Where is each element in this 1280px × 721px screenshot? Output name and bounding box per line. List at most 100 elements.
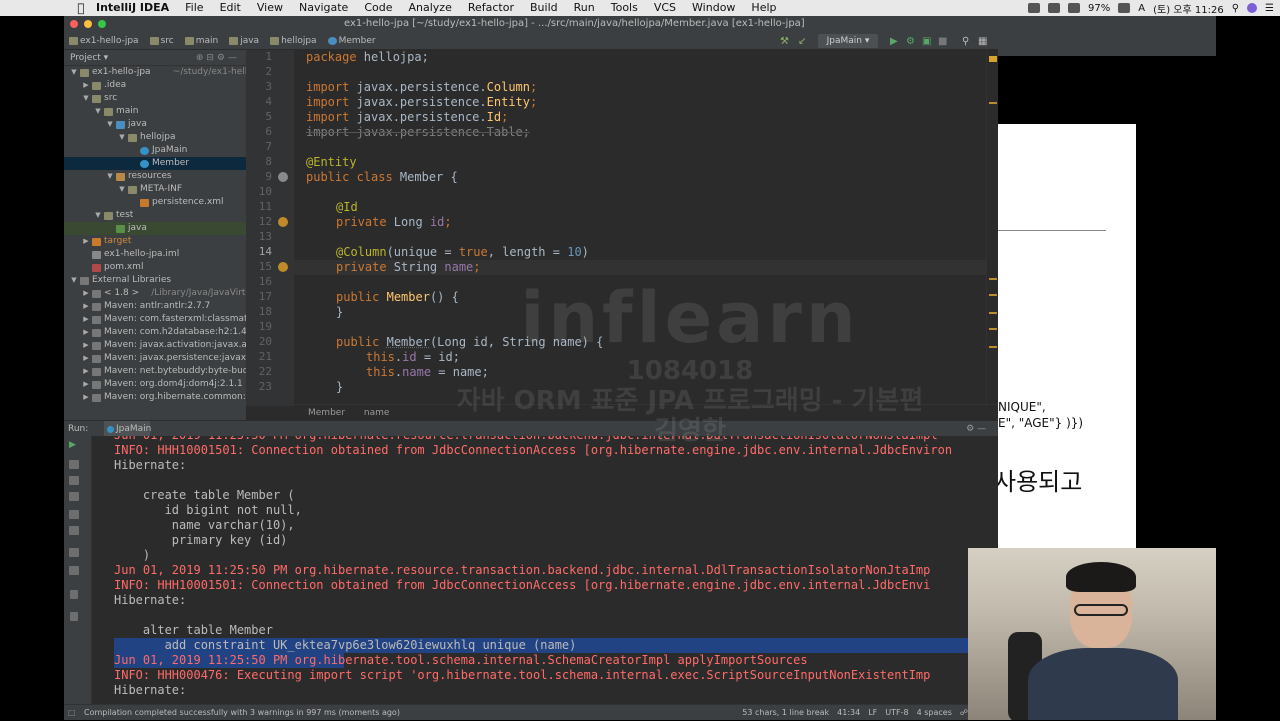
menu-view[interactable]: View [249,0,291,16]
line-number[interactable]: 23 [248,380,272,393]
tree-item[interactable]: ▶ < 1.8 > /Library/Java/JavaVirtualM [64,287,246,300]
run-tab-jpamain[interactable]: JpaMain [104,421,151,437]
layout-icon[interactable] [70,590,78,599]
db-field-icon[interactable] [278,262,288,272]
wifi-icon[interactable] [1068,3,1081,13]
expand-right-icon[interactable]: ▶ [82,79,90,92]
expand-right-icon[interactable]: ▶ [82,378,90,391]
search-icon[interactable]: ⚲ [1232,3,1239,14]
menu-build[interactable]: Build [522,0,566,16]
scroll-to-end-icon[interactable] [69,526,79,535]
code-editor[interactable]: package hellojpa; import javax.persisten… [294,50,986,406]
inspection-status-icon[interactable] [989,56,997,62]
expand-right-icon[interactable]: ▶ [82,313,90,326]
expand-down-icon[interactable]: ▼ [70,274,78,287]
print-icon[interactable] [69,548,79,557]
status-encoding[interactable]: UTF-8 [885,705,908,721]
tree-item[interactable]: ▼ main [64,105,246,118]
apple-icon[interactable]:  [74,1,88,15]
expand-right-icon[interactable]: ▶ [82,391,90,404]
line-number[interactable]: 2 [248,65,272,78]
expand-down-icon[interactable]: ▼ [82,92,90,105]
coverage-icon[interactable]: ▣ [922,36,933,47]
expand-right-icon[interactable]: ▶ [82,300,90,313]
menu-window[interactable]: Window [684,0,743,16]
input-source-icon[interactable]: A [1138,3,1145,14]
tree-item[interactable]: java [64,222,246,235]
line-number[interactable]: 17 [248,290,272,303]
tree-item[interactable]: ▼ resources [64,170,246,183]
menu-app-name[interactable]: IntelliJ IDEA [88,0,177,16]
menu-tools[interactable]: Tools [603,0,646,16]
line-number[interactable]: 19 [248,320,272,333]
tree-item[interactable]: ▼ hellojpa [64,131,246,144]
crumb-member[interactable]: Member [323,32,382,49]
db-field-icon[interactable] [278,217,288,227]
expand-down-icon[interactable]: ▼ [118,183,126,196]
tree-item[interactable]: ▶ .idea [64,79,246,92]
menu-refactor[interactable]: Refactor [460,0,522,16]
tree-item[interactable]: JpaMain [64,144,246,157]
tree-item[interactable]: Member [64,157,246,170]
warning-mark[interactable] [989,102,997,104]
line-number[interactable]: 6 [248,125,272,138]
tree-item[interactable]: ▶ Maven: net.bytebuddy:byte-budd [64,365,246,378]
warning-mark[interactable] [989,328,997,330]
menu-vcs[interactable]: VCS [646,0,684,16]
line-number[interactable]: 14 [248,245,272,258]
menu-edit[interactable]: Edit [212,0,249,16]
close-window-button[interactable] [70,20,78,28]
run-console[interactable]: Jun 01, 2019 11:25:50 PM org.hibernate.r… [92,436,998,704]
line-number[interactable]: 21 [248,350,272,363]
status-indent[interactable]: 4 spaces [917,705,952,721]
rerun-icon[interactable]: ▶ [69,440,79,450]
line-number[interactable]: 4 [248,95,272,108]
clock[interactable]: (토) 오후 11:26 [1153,1,1224,16]
tree-item[interactable]: ▶ Maven: com.fasterxml:classmate:1 [64,313,246,326]
editor-error-stripe[interactable] [986,50,998,406]
menu-run[interactable]: Run [566,0,603,16]
zoom-window-button[interactable] [98,20,106,28]
expand-down-icon[interactable]: ▼ [94,105,102,118]
battery-icon[interactable] [1118,3,1131,13]
line-number[interactable]: 12 [248,215,272,228]
stop-icon[interactable] [69,460,79,469]
status-message[interactable]: Compilation completed successfully with … [84,705,400,721]
line-number[interactable]: 13 [248,230,272,243]
status-app-icon[interactable] [1048,3,1061,13]
crumb-project[interactable]: ex1-hello-jpa [64,32,145,49]
minimize-window-button[interactable] [84,20,92,28]
status-position[interactable]: 41:34 [837,705,860,721]
line-number[interactable]: 16 [248,275,272,288]
crumb-src[interactable]: src [145,32,180,49]
tree-item[interactable]: ▶ Maven: org.dom4j:dom4j:2.1.1 [64,378,246,391]
tree-item[interactable]: pom.xml [64,261,246,274]
expand-down-icon[interactable]: ▼ [70,66,78,79]
status-app-icon[interactable] [1028,3,1041,13]
warning-mark[interactable] [989,312,997,314]
hammer-icon[interactable]: ⚒ [780,36,791,47]
expand-right-icon[interactable]: ▶ [82,339,90,352]
line-number[interactable]: 10 [248,185,272,198]
tree-item[interactable]: ▶ Maven: javax.persistence:javax.pe [64,352,246,365]
project-structure-icon[interactable]: ▦ [978,36,989,47]
line-number[interactable]: 7 [248,140,272,153]
run-config-select[interactable]: JpaMain ▾ [818,34,878,48]
restore-layout-icon[interactable] [69,476,79,485]
status-toggle-icon[interactable]: □ [68,705,76,721]
crumb-java[interactable]: java [224,32,265,49]
project-panel-header[interactable]: Project ▾ ⊕⊟⚙— [64,50,246,66]
expand-down-icon[interactable]: ▼ [106,170,114,183]
stop-icon[interactable]: ■ [938,36,949,47]
tree-item[interactable]: ▼ java [64,118,246,131]
debug-icon[interactable]: ⚙ [906,36,917,47]
crumb-main[interactable]: main [180,32,225,49]
line-number[interactable]: 11 [248,200,272,213]
expand-down-icon[interactable]: ▼ [118,131,126,144]
line-number[interactable]: 3 [248,80,272,93]
breadcrumb-class[interactable]: Member [308,408,345,418]
lock-icon[interactable]: ☍ [960,705,968,721]
tree-item[interactable]: ▶ Maven: antlr:antlr:2.7.7 [64,300,246,313]
menu-navigate[interactable]: Navigate [291,0,356,16]
pause-icon[interactable] [69,492,79,501]
